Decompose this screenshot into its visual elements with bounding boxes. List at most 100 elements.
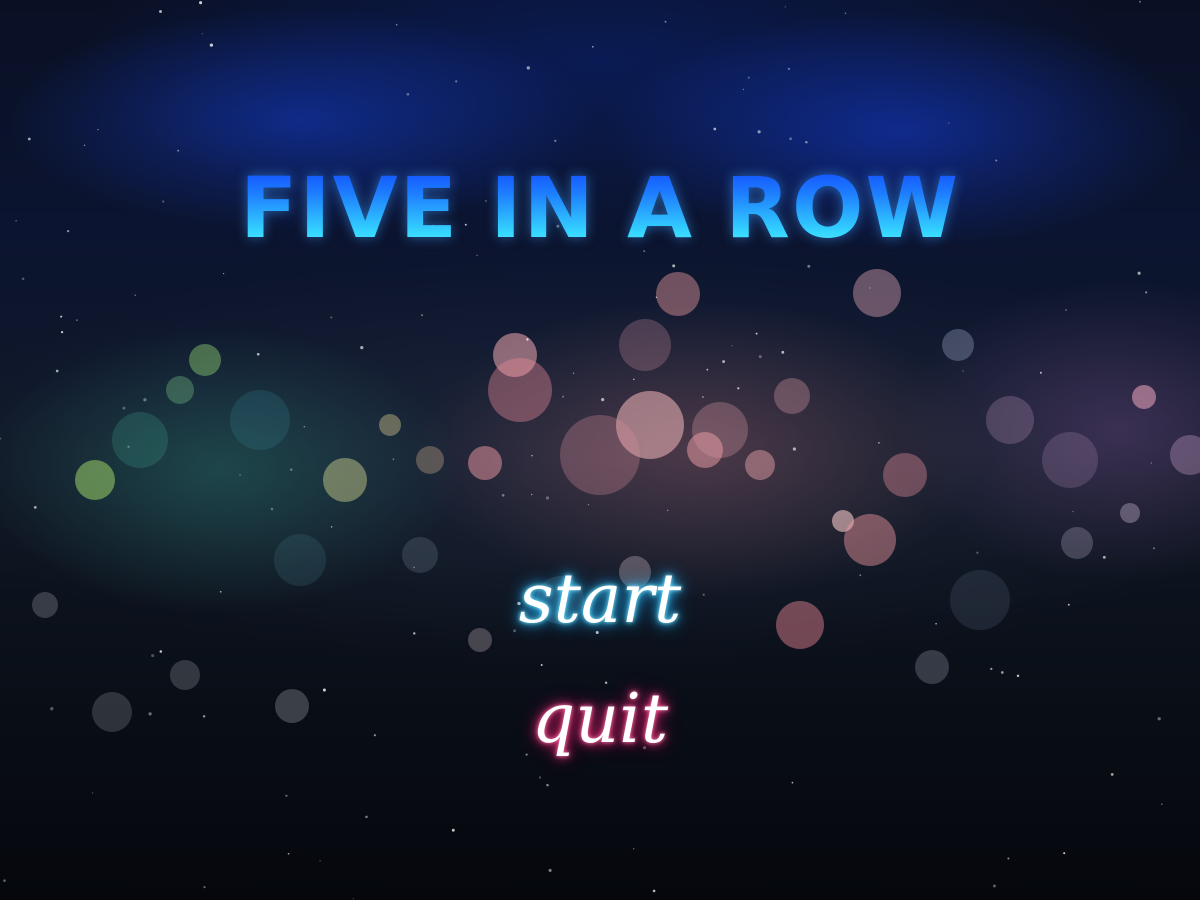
star-dot-138 <box>1007 857 1010 860</box>
star-dot-8 <box>203 886 206 889</box>
star-dot-79 <box>289 468 293 471</box>
star-dot-65 <box>159 650 163 653</box>
star-dot-103 <box>531 493 533 496</box>
star-dot-57 <box>396 24 398 26</box>
start-button[interactable]: start <box>0 560 1200 640</box>
star-dot-110 <box>455 80 458 83</box>
star-dot-129 <box>672 264 676 268</box>
star-dot-100 <box>122 406 126 410</box>
star-dot-92 <box>97 128 99 131</box>
star-dot-124 <box>807 264 811 268</box>
star-dot-81 <box>0 437 2 440</box>
star-dot-10 <box>421 314 423 316</box>
bokeh-light-24 <box>883 453 927 497</box>
star-dot-75 <box>1065 309 1067 311</box>
star-dot-119 <box>33 506 37 509</box>
star-dot-40 <box>633 378 635 381</box>
star-dot-123 <box>1160 803 1163 805</box>
star-dot-49 <box>789 137 792 141</box>
star-dot-62 <box>878 442 880 444</box>
bokeh-background <box>0 0 1200 900</box>
star-dot-139 <box>757 130 761 134</box>
star-dot-28 <box>201 33 204 35</box>
star-dot-72 <box>731 345 733 347</box>
star-dot-48 <box>60 330 64 334</box>
star-dot-0 <box>587 503 590 506</box>
star-dot-71 <box>990 667 993 671</box>
star-dot-118 <box>303 426 305 428</box>
star-dot-35 <box>540 664 543 666</box>
star-dot-66 <box>330 316 333 319</box>
star-dot-111 <box>3 879 6 882</box>
star-dot-3 <box>787 67 791 71</box>
bokeh-light-3 <box>323 458 367 502</box>
star-dot-114 <box>159 10 162 13</box>
star-dot-112 <box>287 852 290 855</box>
game-menu-screen: FIVE IN A ROW start quit <box>0 0 1200 900</box>
star-dot-31 <box>76 319 78 321</box>
star-dot-11 <box>285 794 288 797</box>
star-dot-26 <box>27 137 31 141</box>
star-dot-102 <box>869 287 871 289</box>
star-dot-127 <box>992 884 996 888</box>
bokeh-light-11 <box>416 446 444 474</box>
star-dot-74 <box>538 776 541 779</box>
star-dot-93 <box>134 294 136 297</box>
star-dot-30 <box>591 45 594 48</box>
star-dot-84 <box>199 1 203 5</box>
star-dot-76 <box>60 315 63 318</box>
star-dot-41 <box>792 447 797 451</box>
star-dot-87 <box>755 332 758 335</box>
star-dot-78 <box>554 139 557 143</box>
bokeh-light-0 <box>75 460 115 500</box>
star-dot-69 <box>1153 547 1155 550</box>
star-dot-120 <box>1137 271 1141 275</box>
bokeh-light-34 <box>1120 503 1140 523</box>
star-dot-86 <box>21 277 25 281</box>
star-dot-88 <box>713 127 717 131</box>
star-dot-22 <box>319 860 321 862</box>
star-dot-32 <box>947 122 950 124</box>
star-dot-9 <box>655 296 658 299</box>
star-dot-115 <box>784 6 786 8</box>
star-dot-134 <box>177 149 180 152</box>
star-dot-58 <box>545 496 550 500</box>
star-dot-51 <box>1150 462 1153 464</box>
star-dot-14 <box>55 369 59 373</box>
star-dot-107 <box>1039 371 1042 374</box>
star-dot-117 <box>270 507 274 511</box>
bokeh-light-30 <box>1132 385 1156 409</box>
star-dot-98 <box>127 445 130 448</box>
star-dot-37 <box>91 792 94 794</box>
star-dot-64 <box>962 370 964 372</box>
star-dot-27 <box>791 781 794 784</box>
bokeh-light-1 <box>189 344 221 376</box>
star-dot-136 <box>83 144 86 146</box>
star-dot-47 <box>601 398 605 402</box>
star-dot-135 <box>406 92 410 96</box>
star-dot-73 <box>451 828 455 832</box>
star-dot-85 <box>1016 674 1020 678</box>
star-dot-82 <box>742 88 745 91</box>
star-dot-60 <box>151 654 155 658</box>
star-dot-19 <box>1110 772 1114 776</box>
bokeh-light-23 <box>844 514 896 566</box>
star-dot-12 <box>722 360 726 364</box>
bokeh-light-14 <box>468 446 502 480</box>
star-dot-44 <box>652 889 656 893</box>
bokeh-light-35 <box>915 650 949 684</box>
bokeh-light-18 <box>656 272 700 316</box>
star-dot-130 <box>1000 671 1004 674</box>
star-dot-46 <box>781 350 785 354</box>
bokeh-light-21 <box>774 378 810 414</box>
star-dot-132 <box>562 395 565 398</box>
star-dot-5 <box>209 43 214 47</box>
bokeh-light-4 <box>112 412 168 468</box>
bokeh-light-2 <box>166 376 194 404</box>
star-dot-116 <box>352 898 355 900</box>
star-dot-106 <box>360 346 364 350</box>
quit-button[interactable]: quit <box>0 680 1200 760</box>
star-dot-55 <box>1072 510 1074 513</box>
star-dot-53 <box>365 815 368 819</box>
bokeh-light-13 <box>488 358 552 422</box>
